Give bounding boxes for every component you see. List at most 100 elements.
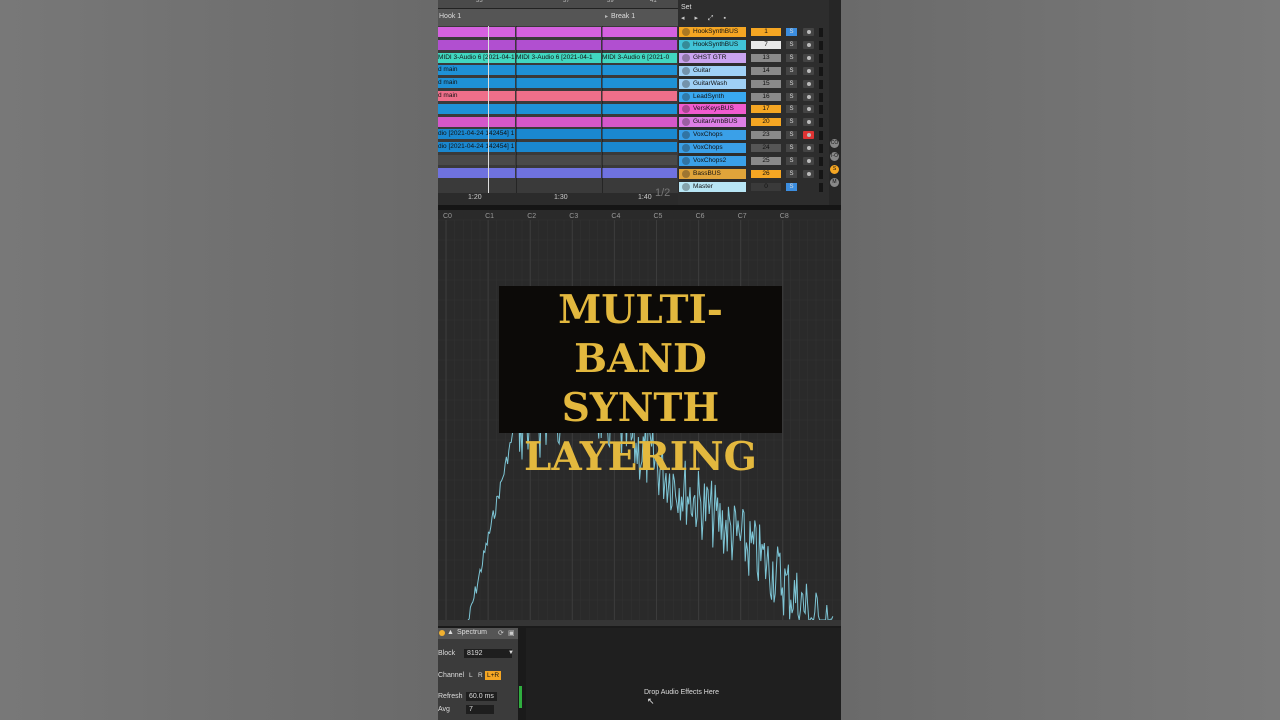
sidebar-toggle-icon[interactable]: I-O bbox=[830, 152, 839, 161]
arm-button[interactable] bbox=[803, 79, 814, 88]
arm-button[interactable] bbox=[803, 28, 814, 36]
collapse-icon[interactable]: ▲ bbox=[447, 629, 454, 636]
nav-buttons[interactable]: ◂ ▸ ⤢ ▪ bbox=[681, 14, 730, 23]
track-name[interactable]: GuitarAmbBUS bbox=[679, 117, 746, 128]
clip[interactable] bbox=[438, 103, 515, 114]
locator-break[interactable]: Break 1 bbox=[611, 13, 635, 20]
clip[interactable] bbox=[602, 167, 677, 178]
arm-button[interactable] bbox=[803, 118, 814, 127]
track-name[interactable]: GuitarWash bbox=[679, 78, 746, 89]
mixer-track[interactable]: GuitarAmbBUS 20 S bbox=[678, 117, 841, 128]
solo-button[interactable]: S bbox=[786, 79, 797, 88]
sidebar-toggle-icon[interactable]: S bbox=[830, 165, 839, 174]
refresh-field[interactable]: 60.0 ms bbox=[466, 692, 497, 701]
bar-ruler[interactable]: 33 37 39 41 bbox=[438, 0, 678, 9]
clip[interactable]: MIDI 3-Audio 6 [2021-0 bbox=[602, 52, 677, 63]
mixer-track[interactable]: HookSynthBUS 1 S bbox=[678, 27, 841, 38]
mixer-track[interactable]: VoxChops 23 S bbox=[678, 130, 841, 141]
arm-button[interactable] bbox=[803, 157, 814, 165]
clip[interactable] bbox=[438, 155, 515, 165]
track-number[interactable]: 7 bbox=[751, 40, 781, 49]
clip-lane[interactable]: dio [2021-04-24 142454] 1 bbox=[438, 128, 678, 140]
track-name[interactable]: VoxChops bbox=[679, 143, 746, 154]
track-name[interactable]: VoxChops bbox=[679, 130, 746, 141]
clip[interactable] bbox=[602, 78, 677, 89]
clip[interactable]: d main bbox=[438, 65, 515, 76]
track-name[interactable]: BassBUS bbox=[679, 168, 746, 179]
device-power-icon[interactable] bbox=[439, 630, 445, 636]
clip[interactable] bbox=[516, 39, 601, 50]
clip-lane[interactable] bbox=[438, 116, 678, 127]
clip[interactable] bbox=[516, 65, 601, 76]
clip[interactable] bbox=[602, 27, 677, 37]
mixer-track[interactable]: VoxChops2 25 S bbox=[678, 156, 841, 167]
solo-button[interactable]: S bbox=[786, 131, 797, 140]
arm-button[interactable] bbox=[803, 40, 814, 49]
locator-bar[interactable]: Hook 1 ▸ Break 1 bbox=[438, 9, 678, 26]
clip[interactable]: dio [2021-04-24 142454] 1 bbox=[438, 142, 515, 153]
arrangement-view[interactable]: 33 37 39 41 Hook 1 ▸ Break 1 MIDI 3-Audi… bbox=[438, 0, 678, 205]
channel-left-button[interactable]: L bbox=[467, 671, 475, 680]
solo-button[interactable]: S bbox=[786, 28, 797, 36]
clip[interactable] bbox=[516, 129, 601, 140]
sidebar-toggle-icon[interactable]: CO bbox=[830, 139, 839, 148]
block-select[interactable]: 8192 bbox=[464, 649, 512, 658]
solo-button[interactable]: S bbox=[786, 66, 797, 75]
clip[interactable]: d main bbox=[438, 78, 515, 89]
track-number[interactable]: 24 bbox=[751, 144, 781, 153]
clip[interactable] bbox=[516, 27, 601, 37]
mixer-track[interactable]: HookSynthBUS 7 S bbox=[678, 39, 841, 51]
track-number[interactable]: 15 bbox=[751, 79, 781, 88]
track-name[interactable]: HookSynthBUS bbox=[679, 27, 746, 37]
track-number[interactable]: 0 bbox=[751, 182, 781, 191]
mixer-track[interactable]: LeadSynth 16 S bbox=[678, 91, 841, 103]
track-name[interactable]: GHST GTR bbox=[679, 52, 746, 63]
solo-button[interactable]: S bbox=[786, 157, 797, 165]
arm-button[interactable] bbox=[803, 53, 814, 62]
track-activator-icon[interactable] bbox=[682, 182, 690, 191]
clip[interactable] bbox=[516, 167, 601, 178]
playhead[interactable] bbox=[488, 26, 489, 194]
track-activator-icon[interactable] bbox=[682, 157, 690, 165]
solo-button[interactable]: S bbox=[786, 53, 797, 62]
clip[interactable] bbox=[438, 27, 515, 37]
set-label[interactable]: Set bbox=[681, 4, 692, 11]
arm-button[interactable] bbox=[803, 92, 814, 101]
arm-button[interactable] bbox=[803, 105, 814, 114]
mixer-track[interactable]: GuitarWash 15 S bbox=[678, 78, 841, 90]
clip-lane[interactable]: dio [2021-04-24 142454] 1 bbox=[438, 141, 678, 153]
track-activator-icon[interactable] bbox=[682, 118, 690, 127]
track-name[interactable]: LeadSynth bbox=[679, 91, 746, 102]
track-activator-icon[interactable] bbox=[682, 79, 690, 88]
track-activator-icon[interactable] bbox=[682, 105, 690, 114]
mixer-track[interactable]: VoxChops 24 S bbox=[678, 143, 841, 154]
clip[interactable] bbox=[602, 129, 677, 140]
track-number[interactable]: 13 bbox=[751, 53, 781, 62]
solo-button[interactable]: S bbox=[786, 144, 797, 153]
save-preset-icon[interactable]: ▣ bbox=[508, 629, 515, 637]
clip[interactable]: d main bbox=[438, 91, 515, 101]
clip[interactable] bbox=[602, 91, 677, 101]
arm-button[interactable] bbox=[803, 144, 814, 153]
channel-both-button[interactable]: L+R bbox=[485, 671, 502, 680]
sidebar-toggle-icon[interactable]: M bbox=[830, 178, 839, 187]
track-activator-icon[interactable] bbox=[682, 92, 690, 101]
clip[interactable] bbox=[516, 103, 601, 114]
track-name[interactable]: Master bbox=[679, 181, 746, 192]
clip[interactable] bbox=[516, 116, 601, 127]
track-activator-icon[interactable] bbox=[682, 53, 690, 62]
clip[interactable] bbox=[516, 91, 601, 101]
track-activator-icon[interactable] bbox=[682, 66, 690, 75]
clip-lane[interactable] bbox=[438, 103, 678, 114]
track-name[interactable]: VoxChops2 bbox=[679, 156, 746, 166]
clip[interactable] bbox=[438, 167, 515, 178]
clip[interactable] bbox=[516, 78, 601, 89]
clip[interactable]: MIDI 3-Audio 6 [2021-04-1 bbox=[438, 52, 515, 63]
clip[interactable]: dio [2021-04-24 142454] 1 bbox=[438, 129, 515, 140]
track-activator-icon[interactable] bbox=[682, 28, 690, 36]
track-number[interactable]: 25 bbox=[751, 157, 781, 165]
solo-button[interactable]: S bbox=[786, 105, 797, 114]
clip[interactable] bbox=[516, 155, 601, 165]
clip-lane[interactable]: d main bbox=[438, 77, 678, 89]
track-name[interactable]: HookSynthBUS bbox=[679, 39, 746, 50]
